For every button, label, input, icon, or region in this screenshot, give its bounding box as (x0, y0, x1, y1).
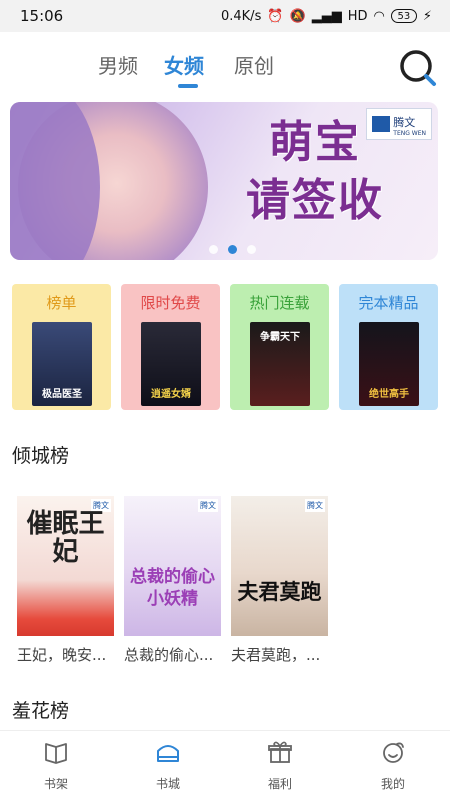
net-speed: 0.4K/s (220, 8, 262, 24)
status-bar: 15:06 0.4K/s ⏰ 🔕 ▂▄▆ HD ◠ 53 ⚡ (0, 0, 450, 32)
nav-bookstore[interactable]: 书城 (138, 739, 198, 792)
nav-welfare[interactable]: 福利 (250, 739, 310, 792)
status-time: 15:06 (20, 7, 64, 25)
book-cover: 腾文 夫君莫跑 (231, 496, 328, 636)
book-title: 夫君莫跑，... (231, 646, 321, 664)
nav-label: 书城 (155, 777, 180, 791)
nav-mine[interactable]: 我的 (363, 739, 423, 792)
book-title: 王妃，晚安... (17, 646, 107, 664)
category-hot-serial[interactable]: 热门连载 争霸天下 (230, 284, 329, 410)
nav-label: 我的 (380, 777, 405, 791)
book-cover: 腾文 总裁的偷心小妖精 (124, 496, 221, 636)
category-cover: 逍遥女婿 (141, 322, 201, 406)
nav-label: 书架 (43, 777, 68, 791)
category-limited-free[interactable]: 限时免费 逍遥女婿 (121, 284, 220, 410)
bottom-nav: 书架 书城 福利 我的 (0, 730, 450, 800)
cover-publisher-tag: 腾文 (305, 499, 325, 512)
category-cover-title: 极品医圣 (42, 389, 82, 400)
search-icon (400, 50, 436, 86)
category-ranking[interactable]: 榜单 极品医圣 (12, 284, 111, 410)
category-cover: 绝世高手 (359, 322, 419, 406)
nav-label: 福利 (267, 777, 292, 791)
banner-dot[interactable] (247, 245, 256, 254)
book-cover: 腾文 催眠王妃 (17, 496, 114, 636)
bookshelf-icon (45, 743, 67, 764)
nav-bookshelf[interactable]: 书架 (26, 739, 86, 792)
battery-icon: 53 (390, 9, 417, 23)
banner-pagination (209, 245, 256, 254)
banner-logo-sub: TENG WEN (393, 130, 426, 137)
tab-original[interactable]: 原创 (234, 50, 274, 79)
top-tab-bar: 男频 女频 原创 (0, 40, 450, 96)
banner-illustration-hair (10, 102, 100, 260)
category-cover: 争霸天下 (250, 322, 310, 406)
bookstore-icon (157, 745, 179, 762)
book-item[interactable]: 腾文 夫君莫跑 夫君莫跑，... (231, 496, 328, 665)
book-cover-title: 催眠王妃 (26, 509, 105, 567)
status-indicators: 0.4K/s ⏰ 🔕 ▂▄▆ HD ◠ 53 ⚡ (221, 9, 432, 24)
charging-icon: ⚡ (422, 8, 432, 24)
tengwen-logo-icon (372, 116, 391, 132)
section-title-qingcheng: 倾城榜 (12, 445, 70, 467)
gift-icon (268, 741, 292, 763)
banner-dot[interactable] (209, 245, 218, 254)
book-title: 总裁的偷心... (124, 646, 214, 664)
profile-icon (383, 742, 404, 763)
category-label: 榜单 (46, 294, 77, 312)
book-item[interactable]: 腾文 催眠王妃 王妃，晚安... (17, 496, 114, 665)
category-label: 完本精品 (358, 294, 419, 312)
alarm-off-icon: ⏰ (267, 8, 284, 24)
signal-icon: ▂▄▆ (311, 8, 342, 24)
tab-female[interactable]: 女频 (164, 50, 204, 79)
book-cover-title: 夫君莫跑 (237, 579, 322, 604)
banner-title-line2: 请签收 (246, 175, 384, 226)
category-cover: 极品医圣 (32, 322, 92, 406)
active-tab-indicator (178, 84, 198, 88)
banner-logo-text: 腾文 (393, 116, 416, 129)
book-cover-title: 总裁的偷心小妖精 (130, 567, 215, 609)
category-label: 热门连载 (249, 294, 310, 312)
book-item[interactable]: 腾文 总裁的偷心小妖精 总裁的偷心... (124, 496, 221, 665)
banner-dot-active[interactable] (228, 245, 237, 254)
category-cover-title: 绝世高手 (369, 389, 409, 400)
category-label: 限时免费 (140, 294, 201, 312)
banner-logo: 腾文 TENG WEN (366, 108, 432, 140)
section-title-xiuhua: 羞花榜 (12, 700, 70, 722)
cover-publisher-tag: 腾文 (198, 499, 218, 512)
mute-icon: 🔕 (289, 8, 306, 24)
search-button[interactable] (397, 47, 437, 87)
hd-network-label: HD (347, 8, 368, 24)
category-cover-title: 逍遥女婿 (151, 389, 191, 400)
category-completed[interactable]: 完本精品 绝世高手 (339, 284, 438, 410)
category-cover-title: 争霸天下 (260, 332, 300, 343)
wifi-icon: ◠ (373, 8, 385, 24)
promo-banner[interactable]: 萌宝 请签收 腾文 TENG WEN (10, 102, 438, 260)
tab-male[interactable]: 男频 (98, 50, 138, 79)
